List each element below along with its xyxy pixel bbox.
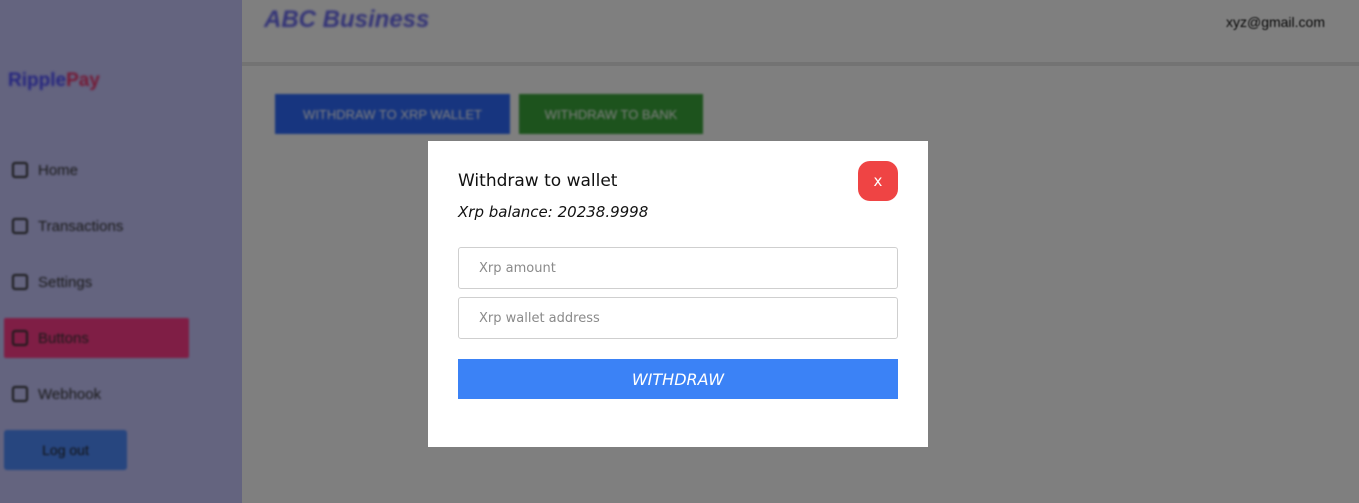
xrp-amount-input[interactable] xyxy=(458,247,898,289)
xrp-wallet-address-input[interactable] xyxy=(458,297,898,339)
modal-title: Withdraw to wallet xyxy=(458,171,618,191)
withdraw-modal: Withdraw to wallet x Xrp balance: 20238.… xyxy=(428,141,928,447)
xrp-balance: Xrp balance: 20238.9998 xyxy=(458,203,649,221)
close-button[interactable]: x xyxy=(858,161,898,201)
withdraw-button[interactable]: WITHDRAW xyxy=(458,359,898,399)
